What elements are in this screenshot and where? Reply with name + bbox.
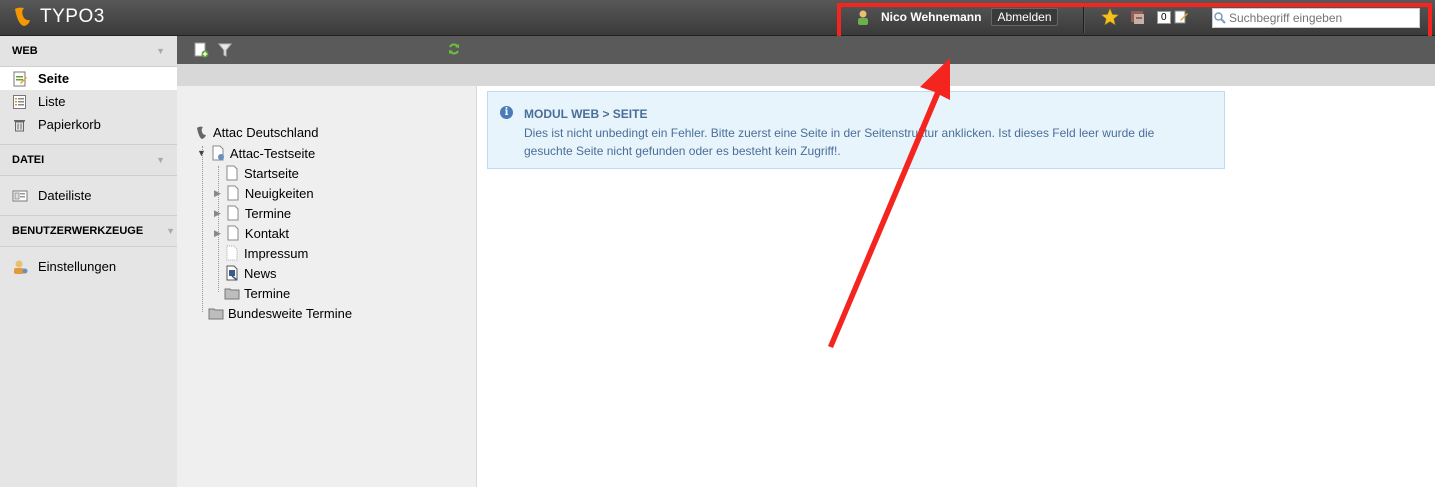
tree-node-label: Bundesweite Termine xyxy=(228,305,353,321)
folder-icon xyxy=(224,288,240,300)
tree-node-termine[interactable]: ▶ Termine xyxy=(214,205,291,221)
page-icon xyxy=(212,145,224,161)
tree-node-label: News xyxy=(244,265,277,281)
menu-group-benutzerwerkzeuge[interactable]: BENUTZERWERKZEUGE ▼ xyxy=(0,215,177,247)
tree-node-label: Attac Deutschland xyxy=(213,125,319,140)
info-message-box: i MODUL WEB > SEITE Dies ist nicht unbed… xyxy=(487,91,1225,169)
tree-node-impressum[interactable]: Impressum xyxy=(224,245,308,261)
user-settings-icon xyxy=(14,260,28,274)
info-title: MODUL WEB > SEITE xyxy=(524,107,648,121)
page-hidden-icon xyxy=(226,245,238,261)
tree-node-label: Impressum xyxy=(244,245,309,261)
info-message: Dies ist nicht unbedingt ein Fehler. Bit… xyxy=(524,126,1155,158)
tree-node-label: Neuigkeiten xyxy=(244,185,314,201)
menu-group-title: DATEI xyxy=(12,154,45,166)
menu-item-einstellungen[interactable]: Einstellungen xyxy=(0,255,177,278)
menu-item-dateiliste[interactable]: Dateiliste xyxy=(0,184,177,207)
tree-node-neuigkeiten[interactable]: ▶ Neuigkeiten xyxy=(214,185,314,201)
folder-icon xyxy=(208,308,224,320)
tree-node-label: Termine xyxy=(244,205,292,221)
tree-node-bundesweite-termine[interactable]: Bundesweite Termine xyxy=(208,305,352,321)
menu-item-seite[interactable]: Seite xyxy=(0,67,177,90)
expand-arrow-icon[interactable]: ▼ xyxy=(197,148,206,158)
page-icon xyxy=(226,165,238,181)
expand-arrow-icon[interactable]: ▶ xyxy=(214,228,221,239)
tree-line xyxy=(202,146,203,312)
refresh-icon[interactable] xyxy=(447,42,461,56)
page-icon xyxy=(227,225,239,241)
page-icon xyxy=(227,205,239,221)
menu-item-label: Dateiliste xyxy=(38,188,92,203)
module-menu: WEB ▼ Seite Liste Papierkorb DATEI ▼ Dat… xyxy=(0,36,178,487)
typo3-logo[interactable]: TYPO3 xyxy=(12,6,105,28)
menu-group-web[interactable]: WEB ▼ xyxy=(0,36,177,67)
doc-subheader xyxy=(177,64,1435,86)
tree-node-startseite[interactable]: Startseite xyxy=(224,165,299,181)
menu-item-label: Papierkorb xyxy=(38,117,101,132)
tree-node-label: Startseite xyxy=(244,165,299,181)
new-page-icon[interactable] xyxy=(193,42,209,58)
trash-icon xyxy=(14,119,25,131)
menu-item-papierkorb[interactable]: Papierkorb xyxy=(0,113,177,136)
list-module-icon xyxy=(13,94,26,109)
filter-icon[interactable] xyxy=(217,42,233,58)
collapse-arrow-icon: ▼ xyxy=(156,46,165,56)
menu-group-title: BENUTZERWERKZEUGE xyxy=(12,225,144,237)
tree-node-label: Termine xyxy=(244,285,291,301)
tree-node-news[interactable]: News xyxy=(224,265,277,281)
menu-item-label: Liste xyxy=(38,94,66,109)
menu-group-title: WEB xyxy=(12,45,38,57)
tree-node-label: Attac-Testseite xyxy=(229,145,316,161)
typo3-logo-icon xyxy=(15,7,30,27)
page-module-icon xyxy=(13,71,27,86)
menu-item-label: Einstellungen xyxy=(38,259,117,274)
tree-node-kontakt[interactable]: ▶ Kontakt xyxy=(214,225,289,241)
tree-node-termine-folder[interactable]: Termine xyxy=(224,285,290,301)
page-icon xyxy=(227,185,239,201)
logo-text: TYPO3 xyxy=(40,6,105,27)
menu-group-datei[interactable]: DATEI ▼ xyxy=(0,144,177,176)
news-sysfolder-icon xyxy=(226,265,238,281)
menu-item-liste[interactable]: Liste xyxy=(0,90,177,113)
expand-arrow-icon[interactable]: ▶ xyxy=(214,208,221,219)
tree-node-site[interactable]: ▼ Attac-Testseite xyxy=(197,145,315,161)
filelist-module-icon xyxy=(12,190,28,201)
collapse-arrow-icon: ▼ xyxy=(166,226,175,236)
expand-arrow-icon[interactable]: ▶ xyxy=(214,188,221,199)
doc-header xyxy=(177,36,1435,64)
tree-root[interactable]: Attac Deutschland xyxy=(195,125,319,140)
page-tree: Attac Deutschland ▼ Attac-Testseite Star… xyxy=(177,86,477,487)
typo3-root-icon xyxy=(197,126,206,139)
menu-item-label: Seite xyxy=(38,71,70,86)
collapse-arrow-icon: ▼ xyxy=(156,155,165,165)
tree-node-label: Kontakt xyxy=(244,225,290,241)
info-icon: i xyxy=(500,106,513,119)
